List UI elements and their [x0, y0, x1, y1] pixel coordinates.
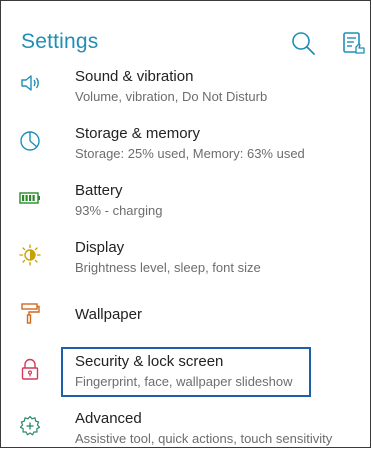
settings-item-label: Battery	[75, 182, 123, 199]
page-title: Settings	[21, 30, 99, 53]
settings-item-battery[interactable]: Battery 93% - charging	[0, 178, 371, 235]
settings-item-subtitle: Volume, vibration, Do Not Disturb	[75, 89, 268, 104]
settings-item-label: Wallpaper	[75, 306, 142, 323]
storage-icon	[19, 130, 41, 152]
settings-item-label: Advanced	[75, 410, 142, 427]
selected-item-highlight	[61, 347, 311, 397]
settings-item-subtitle: Brightness level, sleep, font size	[75, 260, 261, 275]
app-header: Settings	[0, 0, 371, 64]
settings-item-subtitle: 93% - charging	[75, 203, 163, 218]
settings-item-sound[interactable]: Sound & vibration Volume, vibration, Do …	[0, 64, 371, 121]
settings-item-wallpaper[interactable]: Wallpaper	[0, 292, 371, 349]
settings-item-label: Sound & vibration	[75, 68, 194, 85]
tips-icon[interactable]	[341, 30, 367, 56]
lock-icon	[19, 358, 41, 380]
settings-list: Sound & vibration Volume, vibration, Do …	[0, 64, 371, 463]
settings-item-advanced[interactable]: Advanced Assistive tool, quick actions, …	[0, 406, 371, 463]
settings-item-storage[interactable]: Storage & memory Storage: 25% used, Memo…	[0, 121, 371, 178]
speaker-icon	[19, 72, 41, 94]
battery-icon	[19, 187, 41, 209]
settings-item-label: Display	[75, 239, 125, 256]
settings-item-subtitle: Assistive tool, quick actions, touch sen…	[75, 431, 333, 446]
gear-plus-icon	[19, 415, 41, 437]
settings-item-label: Storage & memory	[75, 125, 201, 142]
search-icon[interactable]	[290, 30, 316, 56]
paint-roller-icon	[19, 302, 41, 324]
brightness-icon	[19, 244, 41, 266]
settings-item-display[interactable]: Display Brightness level, sleep, font si…	[0, 235, 371, 292]
settings-item-subtitle: Storage: 25% used, Memory: 63% used	[75, 146, 305, 161]
